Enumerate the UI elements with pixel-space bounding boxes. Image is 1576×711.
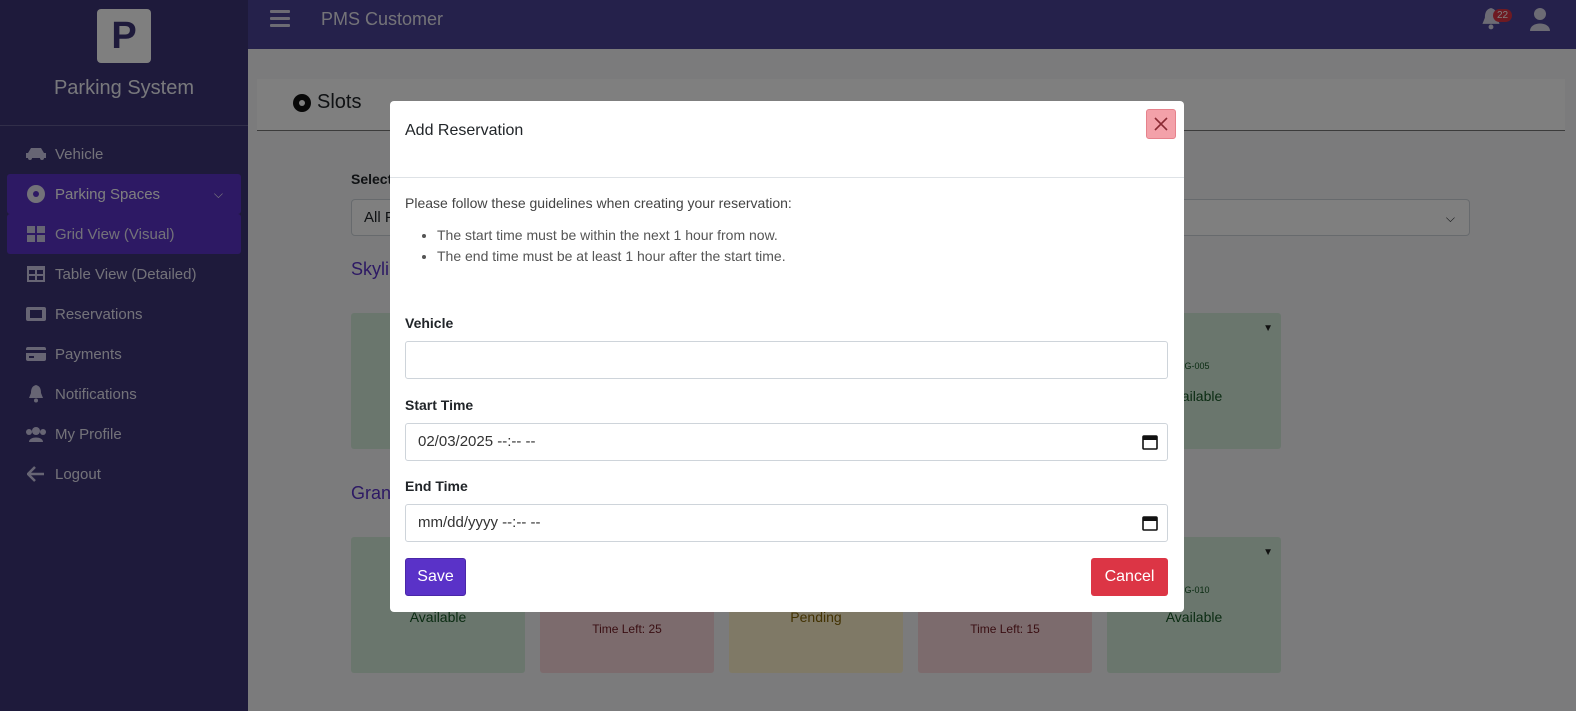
calendar-icon[interactable]: [1142, 434, 1158, 450]
add-reservation-modal: Add Reservation Please follow these guid…: [390, 101, 1184, 612]
vehicle-field[interactable]: [405, 341, 1168, 379]
guideline-item: The end time must be at least 1 hour aft…: [437, 248, 786, 264]
end-time-label: End Time: [405, 478, 468, 494]
save-button[interactable]: Save: [405, 558, 466, 596]
cancel-button[interactable]: Cancel: [1091, 558, 1168, 596]
guidelines-intro: Please follow these guidelines when crea…: [405, 195, 792, 211]
close-icon: [1154, 117, 1168, 131]
guidelines-list: The start time must be within the next 1…: [437, 227, 786, 269]
modal-title: Add Reservation: [405, 122, 524, 139]
start-time-field[interactable]: 02/03/2025 --:-- --: [405, 423, 1168, 461]
calendar-icon[interactable]: [1142, 515, 1158, 531]
start-time-label: Start Time: [405, 397, 474, 413]
close-button[interactable]: [1146, 109, 1176, 139]
end-time-field[interactable]: mm/dd/yyyy --:-- --: [405, 504, 1168, 542]
guideline-item: The start time must be within the next 1…: [437, 227, 786, 243]
vehicle-label: Vehicle: [405, 315, 454, 331]
modal-header: Add Reservation: [390, 101, 1184, 178]
